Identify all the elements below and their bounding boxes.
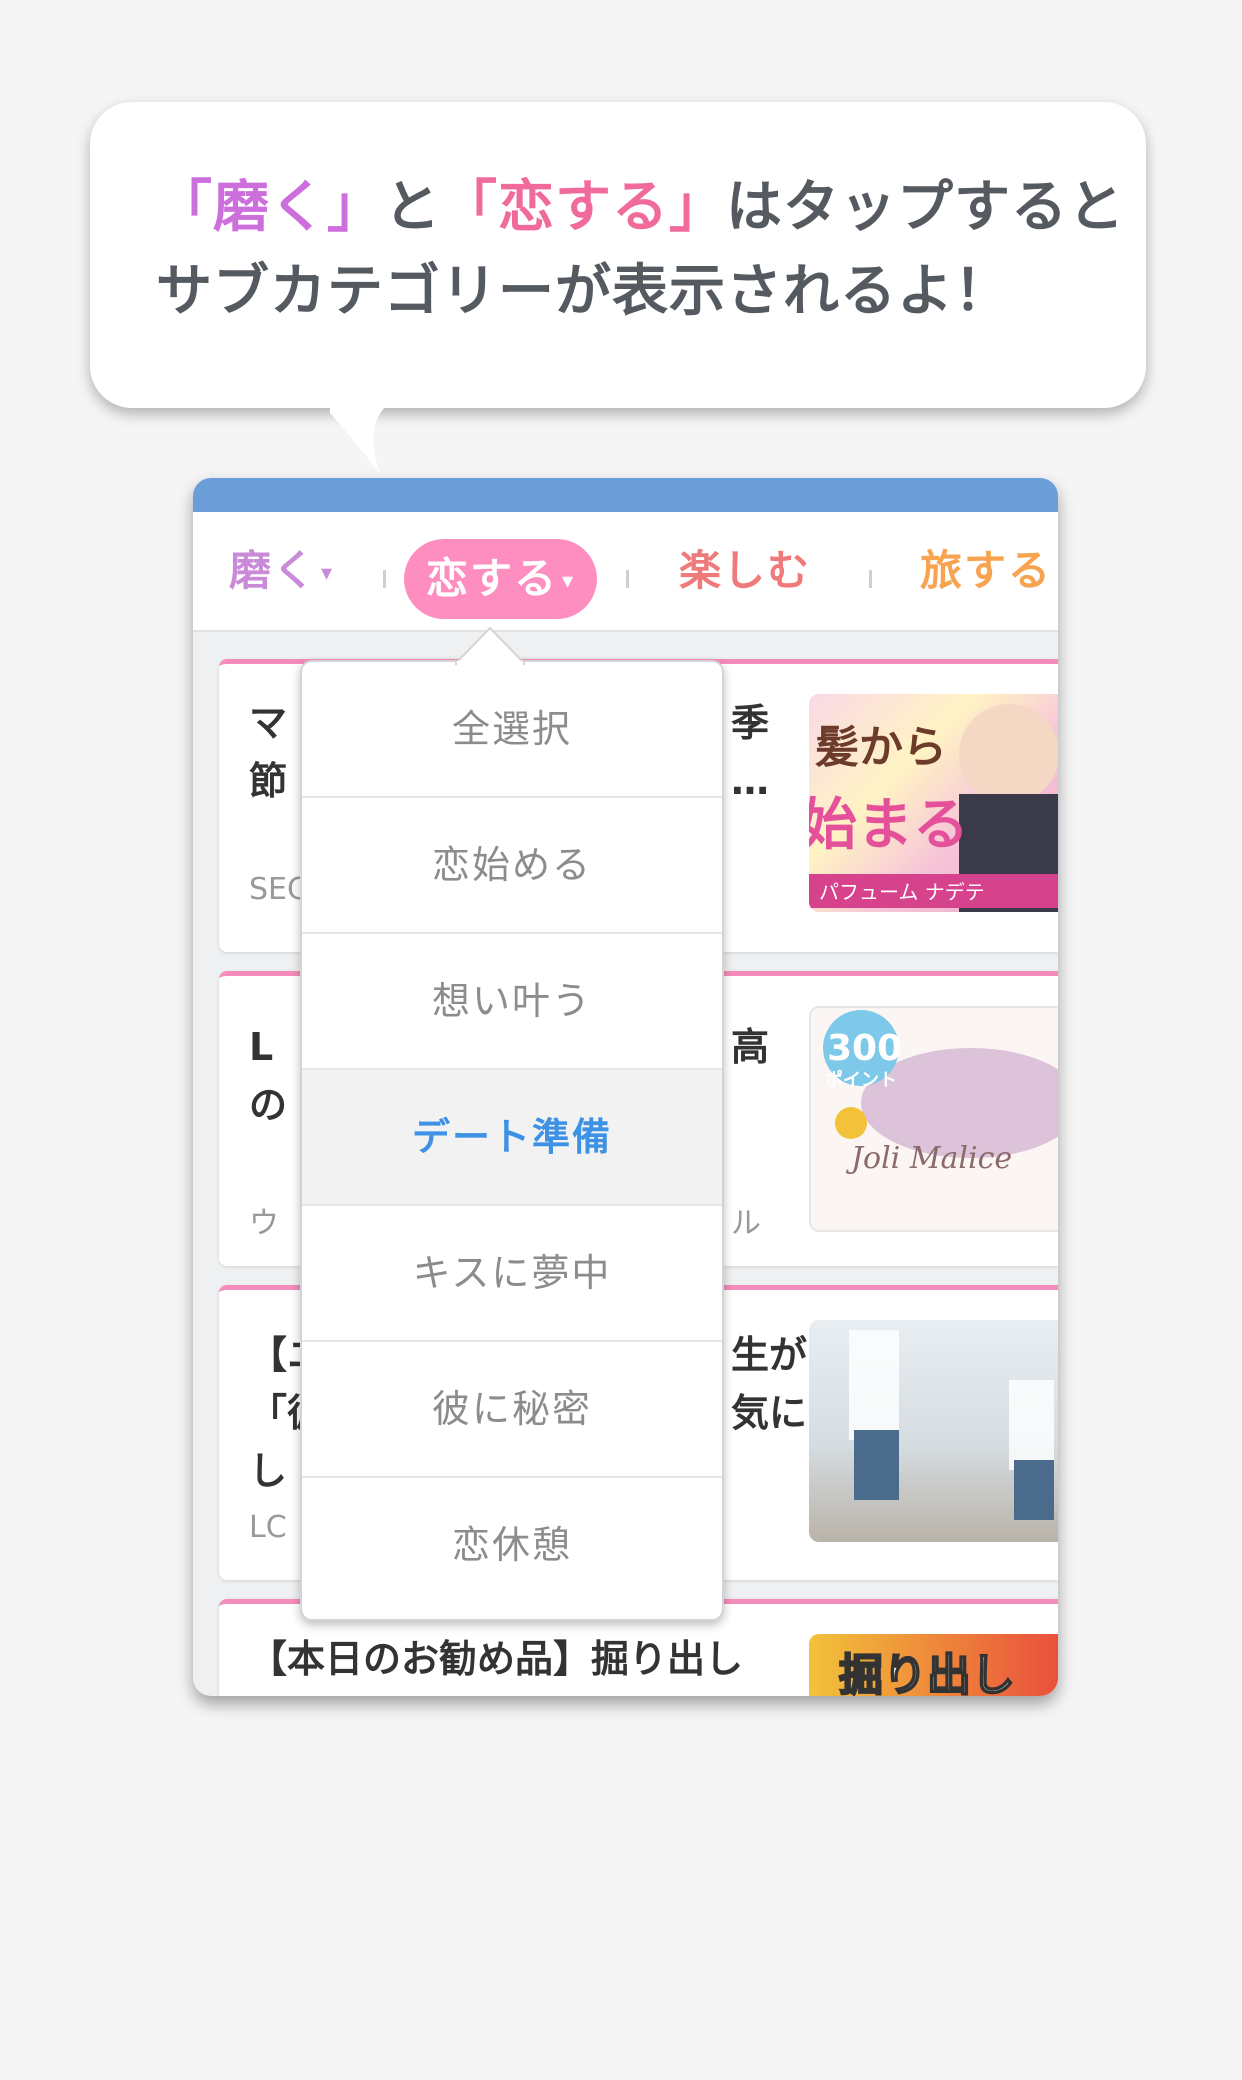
tab-divider <box>869 570 872 588</box>
article-thumbnail: 掘り出し <box>809 1634 1058 1696</box>
article-title: し <box>249 1449 288 1493</box>
thumb-text: パフューム ナデテ <box>819 880 985 904</box>
tab-koisuru[interactable]: 恋する ▾ <box>404 539 598 619</box>
bubble-line-2: サブカテゴリーが表示されるよ！ <box>156 259 1011 324</box>
tab-divider <box>626 570 629 588</box>
thumb-text: 掘り出し <box>839 1650 1015 1696</box>
menu-item-kiss-ni-muchu[interactable]: キスに夢中 <box>302 1206 722 1342</box>
article-source: ウ <box>249 1206 279 1241</box>
article-title: 季 <box>731 701 770 745</box>
thumbnail-art: 髪から 始まる パフューム ナデテ <box>809 704 1058 912</box>
subcategory-dropdown: 全選択 恋始める 想い叶う デート準備 キスに夢中 彼に秘密 恋休憩 <box>300 660 724 1621</box>
tab-divider <box>383 570 386 588</box>
article-source: ル <box>731 1206 761 1241</box>
article-title: 【本日のお勧め品】掘り出し <box>249 1637 744 1681</box>
tab-label: 旅する <box>920 546 1053 595</box>
caret-down-icon: ▾ <box>562 568 576 594</box>
bubble-text: はタップすると <box>726 175 1125 240</box>
menu-item-date-junbi[interactable]: デート準備 <box>302 1070 722 1206</box>
article-thumbnail: 髪から 始まる パフューム ナデテ <box>809 694 1058 912</box>
tutorial-speech-bubble: 「磨く」と「恋する」はタップすると サブカテゴリーが表示されるよ！ <box>90 102 1146 408</box>
category-tab-bar: 磨く ▾ 恋する ▾ 楽しむ 旅する <box>193 512 1058 632</box>
app-screenshot: 磨く ▾ 恋する ▾ 楽しむ 旅する マ 節 季 … SEC 髪から 始まる パフ <box>193 478 1058 1696</box>
tab-migaku[interactable]: 磨く ▾ <box>229 512 334 630</box>
thumbnail-art: 掘り出し <box>838 1649 1016 1696</box>
tab-label: 楽しむ <box>679 546 812 595</box>
tab-label: 恋する <box>426 554 559 603</box>
menu-item-koi-kyukei[interactable]: 恋休憩 <box>302 1478 722 1612</box>
article-source: LC <box>249 1510 287 1545</box>
thumb-text: 髪から <box>815 722 947 773</box>
thumb-text: ポイント <box>825 1069 897 1091</box>
article-thumbnail <box>809 1320 1058 1542</box>
menu-item-omoi-kanau[interactable]: 想い叶う <box>302 934 722 1070</box>
thumbnail-art: 300 ポイント Joli Malice <box>823 1010 1058 1176</box>
article-title: … <box>731 759 769 803</box>
article-title: マ <box>249 701 288 745</box>
article-thumbnail: 300 ポイント Joli Malice <box>809 1006 1058 1232</box>
article-title: 気に <box>731 1391 808 1435</box>
tab-label: 磨く <box>229 546 318 595</box>
article-title: L <box>249 1025 274 1069</box>
bubble-highlight-koisuru: 「恋する」 <box>441 175 726 240</box>
bubble-tail <box>330 396 400 474</box>
thumbnail-art <box>849 1330 1054 1520</box>
article-title: の <box>249 1083 288 1127</box>
status-bar <box>193 478 1058 512</box>
bubble-text: と <box>384 175 441 240</box>
thumb-text: 始まる <box>809 793 969 858</box>
caret-down-icon: ▾ <box>321 560 335 586</box>
menu-item-select-all[interactable]: 全選択 <box>302 662 722 798</box>
tab-tabisuru[interactable]: 旅する <box>920 512 1052 630</box>
menu-item-koi-hajimeru[interactable]: 恋始める <box>302 798 722 934</box>
tab-tanoshimu[interactable]: 楽しむ <box>679 512 811 630</box>
thumb-text: 300 <box>827 1028 902 1069</box>
bubble-highlight-migaku: 「磨く」 <box>156 175 384 240</box>
article-title: 節 <box>249 759 288 803</box>
menu-item-kare-ni-himitsu[interactable]: 彼に秘密 <box>302 1342 722 1478</box>
article-title: 生が <box>731 1333 808 1377</box>
bubble-line-1: 「磨く」と「恋する」はタップすると <box>156 166 1146 250</box>
article-title: 高 <box>731 1025 770 1069</box>
thumb-text: Joli Malice <box>845 1141 1012 1176</box>
dropdown-pointer <box>455 626 525 666</box>
